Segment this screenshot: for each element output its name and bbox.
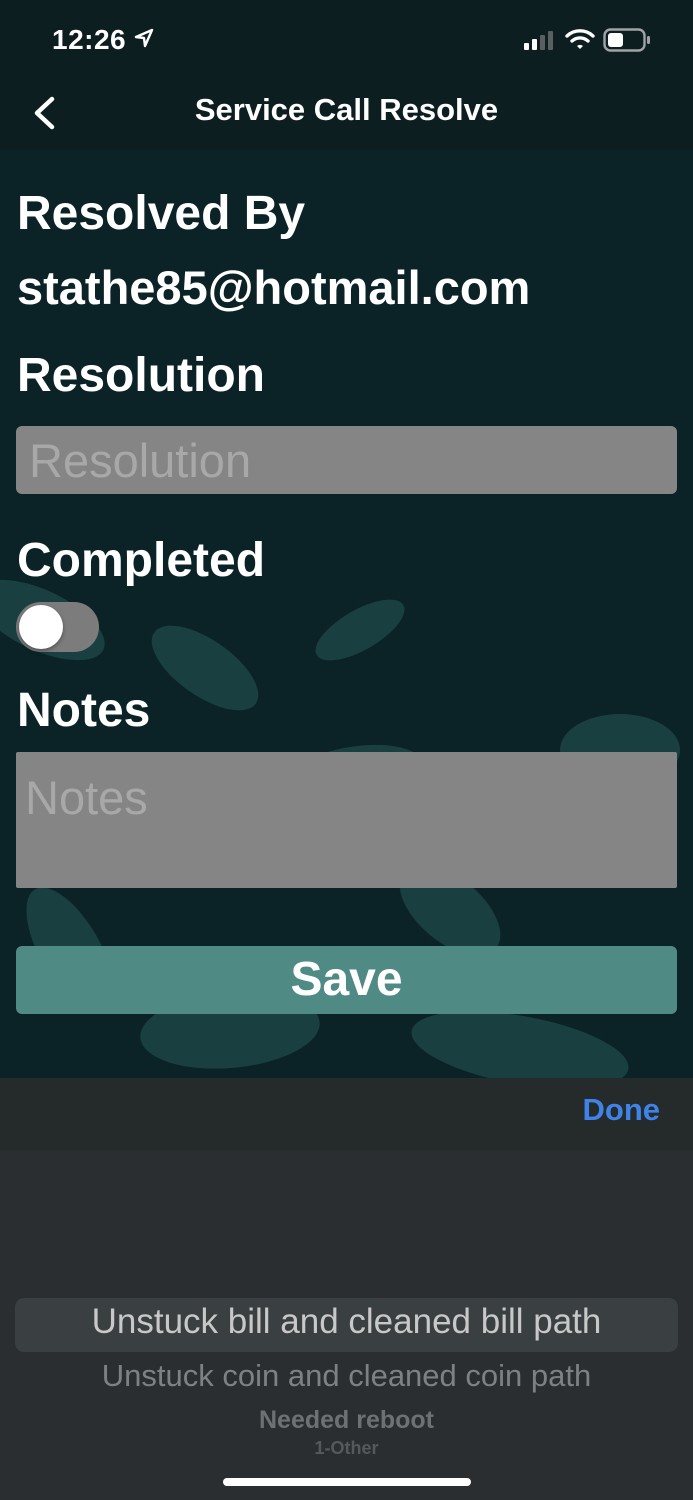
resolution-label: Resolution [17, 349, 265, 402]
form-area: Resolved By stathe85@hotmail.com Resolut… [0, 150, 693, 1078]
battery-icon [603, 28, 650, 52]
status-time: 12:26 [52, 24, 127, 55]
done-button[interactable]: Done [583, 1092, 661, 1128]
wifi-icon [565, 29, 595, 49]
resolved-by-value: stathe85@hotmail.com [17, 261, 531, 314]
picker-option[interactable]: 1-Other [0, 1438, 693, 1459]
completed-label: Completed [17, 534, 266, 587]
resolution-picker[interactable]: Unstuck bill and cleaned bill path Unstu… [0, 1150, 693, 1500]
location-arrow-icon [134, 28, 154, 48]
notes-input[interactable]: Notes [16, 752, 677, 888]
toggle-knob [19, 605, 63, 649]
home-indicator[interactable] [223, 1478, 471, 1486]
save-button[interactable]: Save [16, 946, 677, 1014]
signal-icon [524, 31, 553, 50]
completed-toggle[interactable] [16, 602, 99, 652]
picker-option[interactable]: Needed reboot [0, 1406, 693, 1435]
notes-placeholder: Notes [25, 771, 148, 824]
notes-label: Notes [17, 684, 151, 737]
resolved-by-label: Resolved By [17, 187, 306, 240]
resolution-placeholder: Resolution [29, 434, 252, 487]
resolution-input[interactable]: Resolution [16, 426, 677, 494]
picker-option-selected[interactable]: Unstuck bill and cleaned bill path [0, 1302, 693, 1342]
page-title: Service Call Resolve [194, 92, 499, 127]
picker-option[interactable]: Unstuck coin and cleaned coin path [0, 1358, 693, 1394]
